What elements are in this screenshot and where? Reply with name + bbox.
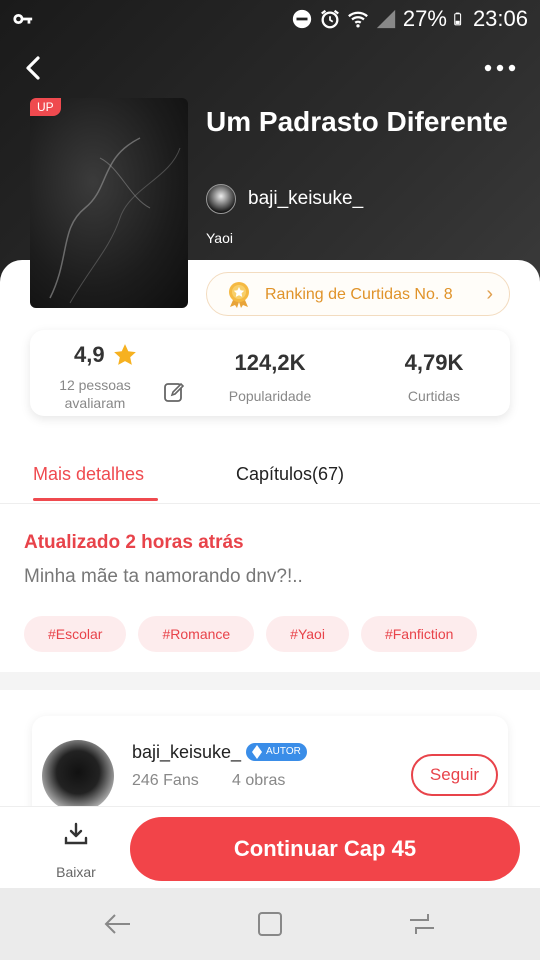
genre-label: Yaoi bbox=[206, 230, 233, 246]
up-badge: UP bbox=[30, 98, 61, 116]
stats-card: 4,9 12 pessoas avaliaram 124,2K Populari… bbox=[30, 330, 510, 416]
rating-value: 4,9 bbox=[74, 342, 105, 367]
author-name: baji_keisuke_ bbox=[248, 188, 364, 209]
battery-icon bbox=[454, 12, 462, 26]
star-icon bbox=[114, 344, 136, 365]
tag-escolar[interactable]: #Escolar bbox=[24, 616, 127, 652]
continue-reading-button[interactable]: Continuar Cap 45 bbox=[130, 817, 520, 881]
updated-text: Atualizado 2 horas atrás bbox=[24, 532, 244, 553]
popularity-stat: 124,2K Popularidade bbox=[200, 350, 340, 404]
home-square-icon[interactable] bbox=[256, 910, 284, 938]
author-card-avatar[interactable] bbox=[42, 740, 114, 812]
download-icon bbox=[64, 822, 88, 845]
likes-stat: 4,79K Curtidas bbox=[364, 350, 504, 404]
status-bar: 27% 23:06 bbox=[0, 0, 540, 38]
tag-list: #Escolar #Romance #Yaoi #Fanfiction bbox=[24, 616, 478, 652]
battery-percent: 27% bbox=[402, 6, 447, 31]
tag-fanfiction[interactable]: #Fanfiction bbox=[360, 616, 478, 652]
bottom-action-bar: Baixar Continuar Cap 45 bbox=[0, 806, 540, 888]
likes-value: 4,79K bbox=[404, 350, 464, 375]
chevron-right-icon: › bbox=[486, 282, 493, 305]
key-icon bbox=[13, 13, 33, 25]
popularity-value: 124,2K bbox=[234, 350, 306, 375]
clock: 23:06 bbox=[472, 6, 528, 31]
author-card-name: baji_keisuke_ bbox=[132, 742, 242, 762]
more-dots-icon[interactable] bbox=[482, 56, 518, 80]
rating-count: 12 pessoas avaliaram bbox=[59, 377, 131, 411]
autor-badge-label: AUTOR bbox=[266, 746, 301, 757]
chevron-left-icon[interactable] bbox=[18, 52, 50, 84]
likes-label: Curtidas bbox=[407, 388, 461, 404]
popularity-label: Popularidade bbox=[228, 388, 312, 404]
tag-romance[interactable]: #Romance bbox=[138, 616, 255, 652]
follow-button[interactable]: Seguir bbox=[411, 754, 498, 796]
tab-chapters[interactable]: Capítulos(67) bbox=[236, 464, 344, 485]
diamond-icon bbox=[252, 745, 262, 759]
alarm-icon bbox=[320, 9, 339, 29]
medal-icon bbox=[229, 282, 249, 308]
system-nav-bar bbox=[0, 888, 540, 960]
download-button[interactable]: Baixar bbox=[50, 821, 102, 880]
tab-indicator bbox=[33, 498, 158, 501]
dnd-icon bbox=[292, 9, 312, 29]
autor-badge: AUTOR bbox=[246, 743, 307, 761]
edit-icon[interactable] bbox=[163, 381, 185, 403]
ranking-text: Ranking de Curtidas No. 8 bbox=[265, 285, 453, 303]
book-cover[interactable] bbox=[30, 98, 188, 308]
signal-icon bbox=[376, 9, 396, 29]
author-row[interactable]: baji_keisuke_ bbox=[206, 184, 363, 214]
tab-bar: Mais detalhes Capítulos(67) bbox=[0, 448, 540, 504]
description: Minha mãe ta namorando dnv?!.. bbox=[24, 566, 303, 587]
works-count: 4 obras bbox=[232, 772, 286, 789]
ranking-pill[interactable]: Ranking de Curtidas No. 8 › bbox=[206, 272, 510, 316]
author-avatar bbox=[206, 184, 236, 214]
book-title: Um Padrasto Diferente bbox=[206, 106, 508, 137]
section-divider bbox=[0, 672, 540, 690]
download-label: Baixar bbox=[56, 864, 96, 880]
recents-icon[interactable] bbox=[408, 910, 436, 938]
tab-details[interactable]: Mais detalhes bbox=[33, 464, 144, 485]
back-arrow-icon[interactable] bbox=[104, 910, 132, 938]
wifi-icon bbox=[347, 11, 368, 28]
cover-art bbox=[49, 137, 181, 304]
tag-yaoi[interactable]: #Yaoi bbox=[266, 616, 349, 652]
fans-count: 246 Fans bbox=[132, 772, 199, 789]
